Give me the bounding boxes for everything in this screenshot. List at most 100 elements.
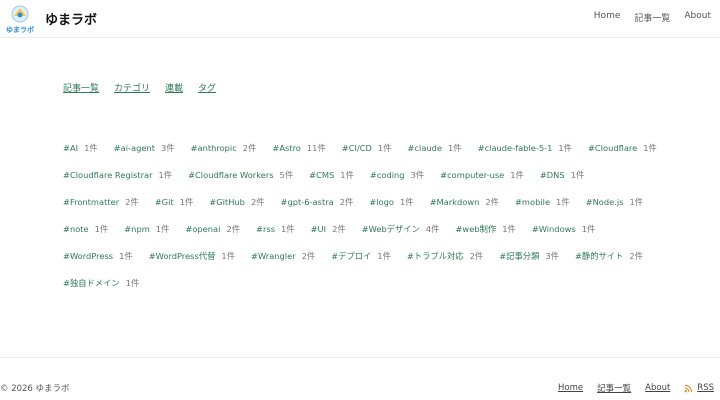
tag-name[interactable]: #note	[63, 224, 89, 234]
tag-item[interactable]: #DNS 1件	[540, 169, 584, 181]
tag-item[interactable]: #Wrangler 2件	[251, 250, 315, 262]
subnav-series-link[interactable]: 連載	[165, 81, 183, 94]
nav-articles-link[interactable]: 記事一覧	[634, 11, 670, 24]
tag-item[interactable]: #AI 1件	[63, 142, 98, 154]
tag-name[interactable]: #mobile	[515, 197, 550, 207]
tag-item[interactable]: #GitHub 2件	[209, 196, 264, 208]
tag-name[interactable]: #デプロイ	[331, 251, 371, 261]
tag-item[interactable]: #Webデザイン 4件	[362, 223, 440, 235]
tag-name[interactable]: #トラブル対応	[407, 251, 464, 261]
tag-item[interactable]: #claude 1件	[408, 142, 462, 154]
tag-item[interactable]: #Cloudflare 1件	[588, 142, 657, 154]
tag-name[interactable]: #computer-use	[440, 170, 504, 180]
tag-name[interactable]: #coding	[370, 170, 405, 180]
tag-name[interactable]: #openai	[185, 224, 220, 234]
tag-item[interactable]: #Cloudflare Registrar 1件	[63, 169, 172, 181]
tag-list: #AI 1件 #ai-agent 3件 #anthropic 2件 #Astro 11件 #CI…	[63, 134, 663, 296]
tag-name[interactable]: #Cloudflare	[588, 143, 637, 153]
tag-name[interactable]: #claude	[408, 143, 443, 153]
tag-name[interactable]: #logo	[369, 197, 394, 207]
tag-count: 1件	[448, 142, 462, 153]
nav-about-link[interactable]: About	[684, 11, 711, 24]
tag-item[interactable]: #WordPress 1件	[63, 250, 133, 262]
tag-name[interactable]: #ai-agent	[114, 143, 155, 153]
tag-item[interactable]: #Astro 11件	[272, 142, 325, 154]
tag-name[interactable]: #GitHub	[209, 197, 245, 207]
tag-name[interactable]: #静的サイト	[575, 251, 623, 261]
tag-name[interactable]: #WordPress	[63, 251, 113, 261]
tag-name[interactable]: #Frontmatter	[63, 197, 119, 207]
tag-item[interactable]: #記事分類 3件	[499, 250, 559, 262]
tag-item[interactable]: #Windows 1件	[532, 223, 596, 235]
tag-name[interactable]: #UI	[311, 224, 326, 234]
tag-name[interactable]: #WordPress代替	[149, 251, 216, 261]
tag-name[interactable]: #Git	[155, 197, 174, 207]
tag-item[interactable]: #Git 1件	[155, 196, 194, 208]
tag-count: 1件	[399, 196, 414, 207]
site-title[interactable]: ゆまラボ	[45, 9, 97, 28]
tag-item[interactable]: #Frontmatter 2件	[63, 196, 139, 208]
tag-item[interactable]: #web制作 1件	[455, 223, 515, 235]
tag-item[interactable]: #Cloudflare Workers 5件	[188, 169, 293, 181]
tag-item[interactable]: #note 1件	[63, 223, 108, 235]
subnav-articles-link[interactable]: 記事一覧	[63, 81, 99, 94]
tag-name[interactable]: #Windows	[532, 224, 576, 234]
tag-name[interactable]: #Webデザイン	[362, 224, 420, 234]
subnav-category-link[interactable]: カテゴリ	[114, 81, 150, 94]
tag-count: 1件	[340, 169, 354, 180]
tag-item[interactable]: #独自ドメイン 1件	[63, 277, 139, 289]
tag-name[interactable]: #DNS	[540, 170, 565, 180]
tag-item[interactable]: #coding 3件	[370, 169, 424, 181]
tag-item[interactable]: #CI/CD 1件	[342, 142, 392, 154]
tag-item[interactable]: #UI 2件	[311, 223, 346, 235]
footer-about-link[interactable]: About	[645, 383, 670, 393]
tag-count: 2件	[469, 250, 484, 261]
nav-home-link[interactable]: Home	[594, 11, 621, 24]
tag-name[interactable]: #Cloudflare Workers	[188, 170, 273, 180]
tag-item[interactable]: #computer-use 1件	[440, 169, 524, 181]
tag-name[interactable]: #rss	[256, 224, 275, 234]
tag-item[interactable]: #Markdown 2件	[430, 196, 499, 208]
tag-row: #note 1件 #npm 1件 #openai 2件 #rss 1件 #UI 2件 #Webデザイ…	[63, 215, 663, 242]
tag-item[interactable]: #トラブル対応 2件	[407, 250, 483, 262]
tag-name[interactable]: #CMS	[309, 170, 334, 180]
tag-count: 2件	[242, 142, 257, 153]
tag-name[interactable]: #Astro	[272, 143, 301, 153]
tag-name[interactable]: #claude-fable-5-1	[478, 143, 553, 153]
tag-name[interactable]: #gpt-6-astra	[281, 197, 334, 207]
tag-item[interactable]: #npm 1件	[124, 223, 169, 235]
tag-item[interactable]: #デプロイ 1件	[331, 250, 391, 262]
tag-item[interactable]: #rss 1件	[256, 223, 295, 235]
tag-name[interactable]: #独自ドメイン	[63, 278, 120, 288]
tag-item[interactable]: #openai 2件	[185, 223, 240, 235]
footer-rss-link-wrap[interactable]: RSS	[684, 383, 714, 393]
tag-item[interactable]: #logo 1件	[369, 196, 413, 208]
tag-count: 1件	[510, 169, 524, 180]
tag-item[interactable]: #mobile 1件	[515, 196, 570, 208]
tag-name[interactable]: #Node.js	[586, 197, 624, 207]
tag-name[interactable]: #npm	[124, 224, 150, 234]
tag-name[interactable]: #web制作	[455, 224, 496, 234]
footer-home-link[interactable]: Home	[558, 383, 583, 393]
sub-nav: 記事一覧 カテゴリ 連載 タグ	[63, 81, 216, 94]
footer-rss-link[interactable]: RSS	[697, 383, 714, 393]
tag-item[interactable]: #ai-agent 3件	[114, 142, 175, 154]
tag-item[interactable]: #WordPress代替 1件	[149, 250, 235, 262]
subnav-tags-link[interactable]: タグ	[198, 81, 216, 94]
tag-item[interactable]: #Node.js 1件	[586, 196, 643, 208]
tag-name[interactable]: #Cloudflare Registrar	[63, 170, 152, 180]
tag-item[interactable]: #静的サイト 2件	[575, 250, 643, 262]
tag-name[interactable]: #Wrangler	[251, 251, 296, 261]
tag-item[interactable]: #anthropic 2件	[191, 142, 257, 154]
tag-item[interactable]: #gpt-6-astra 2件	[281, 196, 354, 208]
tag-name[interactable]: #Markdown	[430, 197, 480, 207]
tag-name[interactable]: #記事分類	[499, 251, 539, 261]
tag-name[interactable]: #anthropic	[191, 143, 237, 153]
tag-name[interactable]: #AI	[63, 143, 78, 153]
tag-name[interactable]: #CI/CD	[342, 143, 372, 153]
tag-item[interactable]: #CMS 1件	[309, 169, 354, 181]
site-logo[interactable]: ゆまラボ	[6, 4, 34, 34]
header-nav: Home 記事一覧 About	[594, 11, 711, 24]
tag-item[interactable]: #claude-fable-5-1 1件	[478, 142, 572, 154]
footer-articles-link[interactable]: 記事一覧	[597, 382, 631, 394]
